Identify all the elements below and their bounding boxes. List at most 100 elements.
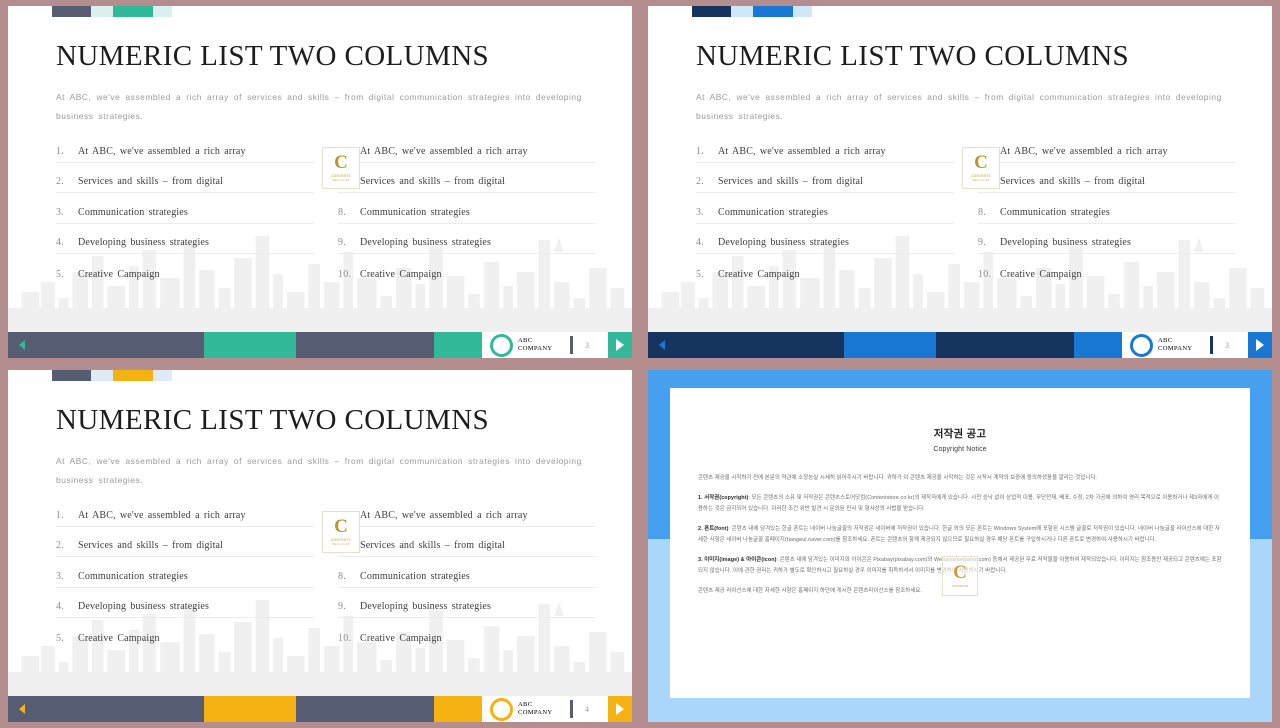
company-logo[interactable]: ABC COMPANY — [482, 332, 566, 358]
list-item-number: 10. — [338, 632, 352, 644]
list-item-text: Creative Campaign — [360, 268, 442, 280]
list-item[interactable]: 2. Services and skills – from digital — [56, 527, 314, 558]
list-item[interactable]: 10. Creative Campaign — [978, 254, 1236, 285]
list-item[interactable]: 5. Creative Campaign — [56, 618, 314, 649]
list-item-number: 8. — [338, 206, 346, 218]
list-item[interactable]: 10. Creative Campaign — [338, 618, 596, 649]
list-item[interactable]: 10. Creative Campaign — [338, 254, 596, 285]
company-logo[interactable]: ABC COMPANY — [482, 696, 566, 722]
copyright-paragraph: 1. 서작권(copyright): 모든 콘텐츠의 소유 및 저작권은 콘텐츠… — [698, 493, 1222, 515]
slide-frame-2[interactable]: NUMERIC LIST TWO COLUMNS At ABC, we've a… — [640, 0, 1280, 364]
list-item-number: 3. — [56, 570, 64, 582]
list-item[interactable]: 1. At ABC, we've assembled a rich array — [56, 132, 314, 163]
list-item[interactable]: 4. Developing business strategies — [56, 224, 314, 255]
list-item-number: 1. — [696, 145, 704, 157]
list-item[interactable]: 1. At ABC, we've assembled a rich array — [696, 132, 954, 163]
tab-seg-pale2 — [153, 6, 172, 17]
list-item-text: Developing business strategies — [78, 237, 210, 249]
prev-slide-button[interactable] — [648, 332, 676, 358]
stamp-caption: CONTENTS — [331, 537, 351, 542]
prev-slide-button[interactable] — [8, 332, 36, 358]
slide-footer-2: ABC COMPANY 3 — [648, 332, 1272, 358]
list-item-number: 9. — [978, 237, 986, 249]
list-item-text: At ABC, we've assembled a rich array — [78, 145, 246, 157]
stamp-caption: CONTENTS — [951, 584, 969, 588]
list-item-number: 4. — [696, 237, 704, 249]
company-name: ABC COMPANY — [518, 337, 552, 353]
next-slide-button[interactable] — [608, 332, 632, 358]
page-number-area: 3 — [566, 332, 608, 358]
list-item[interactable]: 6.At ABC, we've assembled a rich array — [338, 132, 596, 163]
list-item-number: 1. — [56, 509, 64, 521]
page-number-area: 3 — [1206, 332, 1248, 358]
company-logo[interactable]: ABC COMPANY — [1122, 332, 1206, 358]
list-item-text: Services and skills – from digital — [78, 176, 224, 188]
list-item[interactable]: C CONTENTS REAL CLUB 7.Services and skil… — [322, 146, 596, 194]
list-item[interactable]: 2. Services and skills – from digital — [56, 163, 314, 194]
slide-frame-1[interactable]: NUMERIC LIST TWO COLUMNS At ABC, we've a… — [0, 0, 640, 364]
top-color-tabs-1 — [52, 6, 172, 17]
list-column-left: 1. At ABC, we've assembled a rich array 2… — [696, 132, 954, 285]
list-item-text: Services and skills – from digital — [78, 540, 224, 552]
list-item-number: 1. — [56, 145, 64, 157]
company-name-line1: ABC — [518, 337, 533, 344]
list-item-number: 2. — [56, 176, 64, 188]
list-item-text: Communication strategies — [78, 206, 188, 218]
list-item[interactable]: C CONTENTS REAL CLUB 7.Services and skil… — [322, 510, 596, 558]
list-item[interactable]: 3. Communication strategies — [696, 193, 954, 224]
stamp-letter: C — [334, 515, 348, 537]
ring-logo-icon — [490, 697, 513, 721]
list-item[interactable]: 8. Communication strategies — [978, 193, 1236, 224]
slide-frame-4[interactable]: 저작권 공고 Copyright Notice 콘텐츠 제공을 시작하기 전에 … — [640, 364, 1280, 728]
list-item[interactable]: 8. Communication strategies — [338, 557, 596, 588]
list-item-text: At ABC, we've assembled a rich array — [718, 145, 886, 157]
tab-seg-accent — [113, 370, 153, 381]
tab-seg-dark — [52, 6, 91, 17]
footer-seg-accent-2 — [1074, 332, 1122, 358]
list-item[interactable]: 4. Developing business strategies — [696, 224, 954, 255]
copyright-paragraph-lead: 3. 이미지(image) & 아이콘(icon) — [698, 557, 777, 563]
company-name-line2: COMPANY — [518, 709, 553, 716]
list-item[interactable]: 3. Communication strategies — [56, 193, 314, 224]
list-item[interactable]: 5. Creative Campaign — [696, 254, 954, 285]
list-item-text: At ABC, we've assembled a rich array — [360, 145, 528, 157]
list-item[interactable]: 4. Developing business strategies — [56, 588, 314, 619]
list-item[interactable]: 9. Developing business strategies — [338, 224, 596, 255]
list-item[interactable]: 3. Communication strategies — [56, 557, 314, 588]
arrow-left-icon — [19, 704, 25, 714]
slide-frame-3[interactable]: NUMERIC LIST TWO COLUMNS At ABC, we've a… — [0, 364, 640, 728]
stamp-letter: C — [334, 151, 348, 173]
list-item-text: Creative Campaign — [78, 632, 160, 644]
stamp-caption-2: REAL CLUB — [332, 542, 350, 546]
list-item-text: At ABC, we've assembled a rich array — [360, 509, 528, 521]
page-number: 3 — [585, 340, 589, 350]
list-item[interactable]: 1. At ABC, we've assembled a rich array — [56, 496, 314, 527]
stamp-caption-2: REAL CLUB — [972, 178, 990, 182]
page-title: NUMERIC LIST TWO COLUMNS — [696, 40, 1130, 72]
list-item-text: Communication strategies — [360, 570, 470, 582]
list-item[interactable]: 6.At ABC, we've assembled a rich array — [338, 496, 596, 527]
prev-slide-button[interactable] — [8, 696, 36, 722]
top-color-tabs-3 — [52, 370, 172, 381]
list-item[interactable]: 2. Services and skills – from digital — [696, 163, 954, 194]
arrow-right-icon — [616, 339, 624, 351]
footer-seg-dark-2 — [935, 332, 1075, 358]
copyright-paragraph-text: 콘텐츠 제공을 시작하기 전에 본문의 약관에 소장능실 시세히 읽어주시기 바… — [698, 475, 1098, 481]
list-item-text: Communication strategies — [360, 206, 470, 218]
list-item[interactable]: 9. Developing business strategies — [338, 588, 596, 619]
slide-1: NUMERIC LIST TWO COLUMNS At ABC, we've a… — [8, 6, 632, 358]
list-item[interactable]: 9. Developing business strategies — [978, 224, 1236, 255]
list-item[interactable]: 6.At ABC, we've assembled a rich array — [978, 132, 1236, 163]
next-slide-button[interactable] — [608, 696, 632, 722]
list-item-text: Communication strategies — [1000, 206, 1110, 218]
list-item-text: Developing business strategies — [360, 601, 492, 613]
list-item[interactable]: 8. Communication strategies — [338, 193, 596, 224]
list-item[interactable]: 5. Creative Campaign — [56, 254, 314, 285]
stamp-caption: CONTENTS — [971, 173, 991, 178]
contents-watermark-stamp: C CONTENTS REAL CLUB — [322, 146, 360, 189]
next-slide-button[interactable] — [1248, 332, 1272, 358]
list-item[interactable]: C CONTENTS REAL CLUB 7.Services and skil… — [962, 146, 1236, 194]
list-item-text: Creative Campaign — [718, 268, 800, 280]
list-item-number: 5. — [696, 268, 704, 280]
contents-watermark-stamp: C CONTENTS REAL CLUB — [322, 510, 360, 553]
